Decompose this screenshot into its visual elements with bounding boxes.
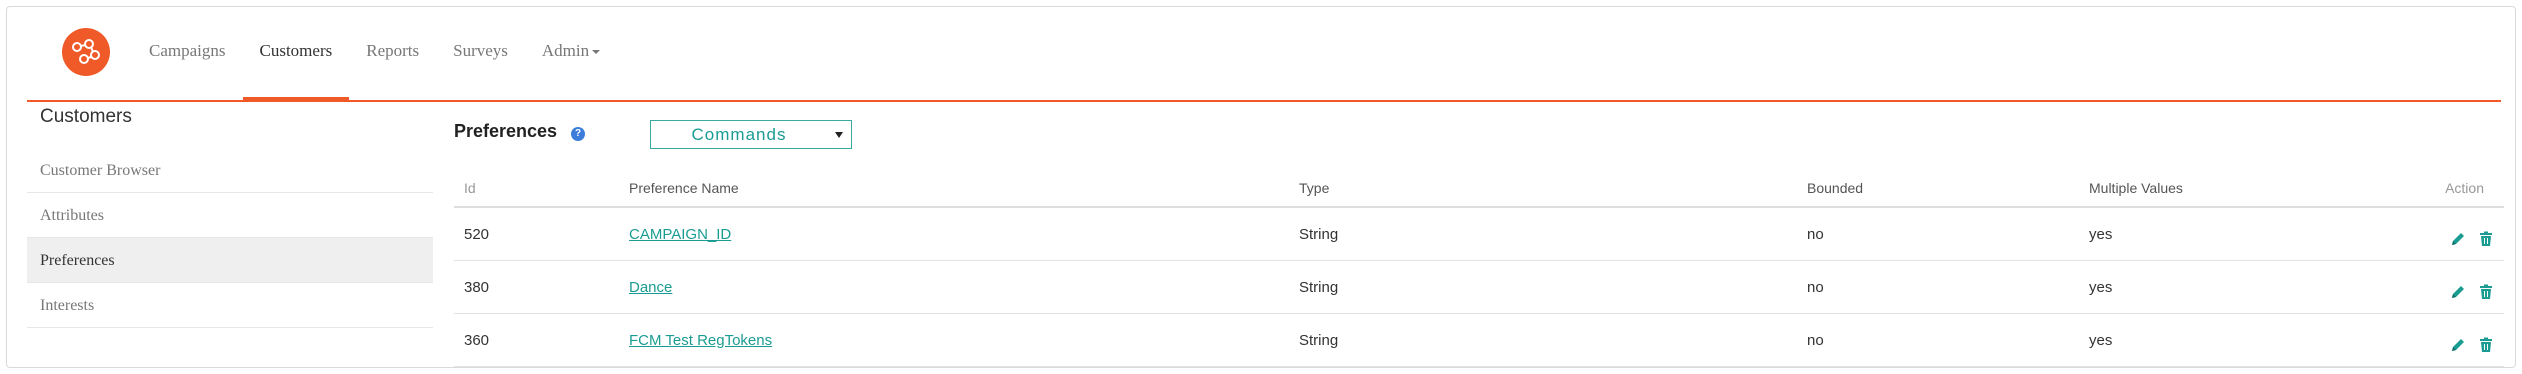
logo-icon[interactable] bbox=[62, 28, 110, 76]
help-icon[interactable]: ? bbox=[571, 127, 585, 141]
cell-multiple-values: yes bbox=[2079, 260, 2394, 314]
nav-surveys[interactable]: Surveys bbox=[436, 0, 525, 102]
sidebar-item-interests[interactable]: Interests bbox=[27, 283, 433, 328]
delete-trash-icon[interactable] bbox=[2478, 284, 2494, 300]
chevron-down-icon bbox=[592, 50, 601, 55]
nav-campaigns[interactable]: Campaigns bbox=[132, 0, 243, 102]
delete-trash-icon[interactable] bbox=[2478, 231, 2494, 247]
cell-actions bbox=[2394, 207, 2504, 261]
cell-actions bbox=[2394, 260, 2504, 314]
sidebar-title: Customers bbox=[40, 106, 132, 127]
dropdown-arrow-icon bbox=[835, 132, 843, 138]
cell-type: String bbox=[1289, 313, 1797, 367]
sidebar-item-attributes[interactable]: Attributes bbox=[27, 193, 433, 238]
cell-type: String bbox=[1289, 260, 1797, 314]
column-header-multiple-values[interactable]: Multiple Values bbox=[2079, 170, 2394, 208]
nav-divider bbox=[27, 100, 2501, 102]
sidebar-item-preferences[interactable]: Preferences bbox=[27, 238, 433, 283]
preference-link[interactable]: FCM Test RegTokens bbox=[629, 332, 772, 349]
cell-multiple-values: yes bbox=[2079, 207, 2394, 261]
cell-name: FCM Test RegTokens bbox=[619, 313, 1289, 367]
table-row: 360 FCM Test RegTokens String no yes bbox=[454, 313, 2504, 367]
cell-bounded: no bbox=[1797, 260, 2079, 314]
edit-pencil-icon[interactable] bbox=[2450, 284, 2466, 300]
table-row: 380 Dance String no yes bbox=[454, 260, 2504, 314]
delete-trash-icon[interactable] bbox=[2478, 337, 2494, 353]
cell-multiple-values: yes bbox=[2079, 313, 2394, 367]
main-nav: Campaigns Customers Reports Surveys Admi… bbox=[132, 0, 617, 102]
cell-bounded: no bbox=[1797, 313, 2079, 367]
table-row: 520 CAMPAIGN_ID String no yes bbox=[454, 207, 2504, 261]
preferences-table: Id Preference Name Type Bounded Multiple… bbox=[454, 170, 2504, 367]
cell-bounded: no bbox=[1797, 207, 2079, 261]
edit-pencil-icon[interactable] bbox=[2450, 231, 2466, 247]
cell-name: Dance bbox=[619, 260, 1289, 314]
column-header-id[interactable]: Id bbox=[454, 170, 619, 208]
cell-id: 520 bbox=[454, 207, 619, 261]
cell-type: String bbox=[1289, 207, 1797, 261]
column-header-bounded[interactable]: Bounded bbox=[1797, 170, 2079, 208]
cell-id: 360 bbox=[454, 313, 619, 367]
column-header-type[interactable]: Type bbox=[1289, 170, 1797, 208]
nav-customers[interactable]: Customers bbox=[242, 0, 350, 102]
cell-id: 380 bbox=[454, 260, 619, 314]
column-header-action: Action bbox=[2394, 170, 2504, 208]
nav-admin[interactable]: Admin bbox=[525, 0, 617, 102]
sidebar: Customer Browser Attributes Preferences … bbox=[27, 148, 433, 328]
table-header-row: Id Preference Name Type Bounded Multiple… bbox=[454, 170, 2504, 208]
edit-pencil-icon[interactable] bbox=[2450, 337, 2466, 353]
preference-link[interactable]: CAMPAIGN_ID bbox=[629, 226, 731, 243]
commands-label: Commands bbox=[691, 125, 787, 144]
cell-name: CAMPAIGN_ID bbox=[619, 207, 1289, 261]
nav-reports[interactable]: Reports bbox=[349, 0, 436, 102]
commands-dropdown[interactable]: Commands bbox=[650, 120, 852, 149]
page-title: Preferences bbox=[454, 121, 558, 141]
cell-actions bbox=[2394, 313, 2504, 367]
preference-link[interactable]: Dance bbox=[629, 279, 672, 296]
sidebar-item-customer-browser[interactable]: Customer Browser bbox=[27, 148, 433, 193]
column-header-preference-name[interactable]: Preference Name bbox=[619, 170, 1289, 208]
